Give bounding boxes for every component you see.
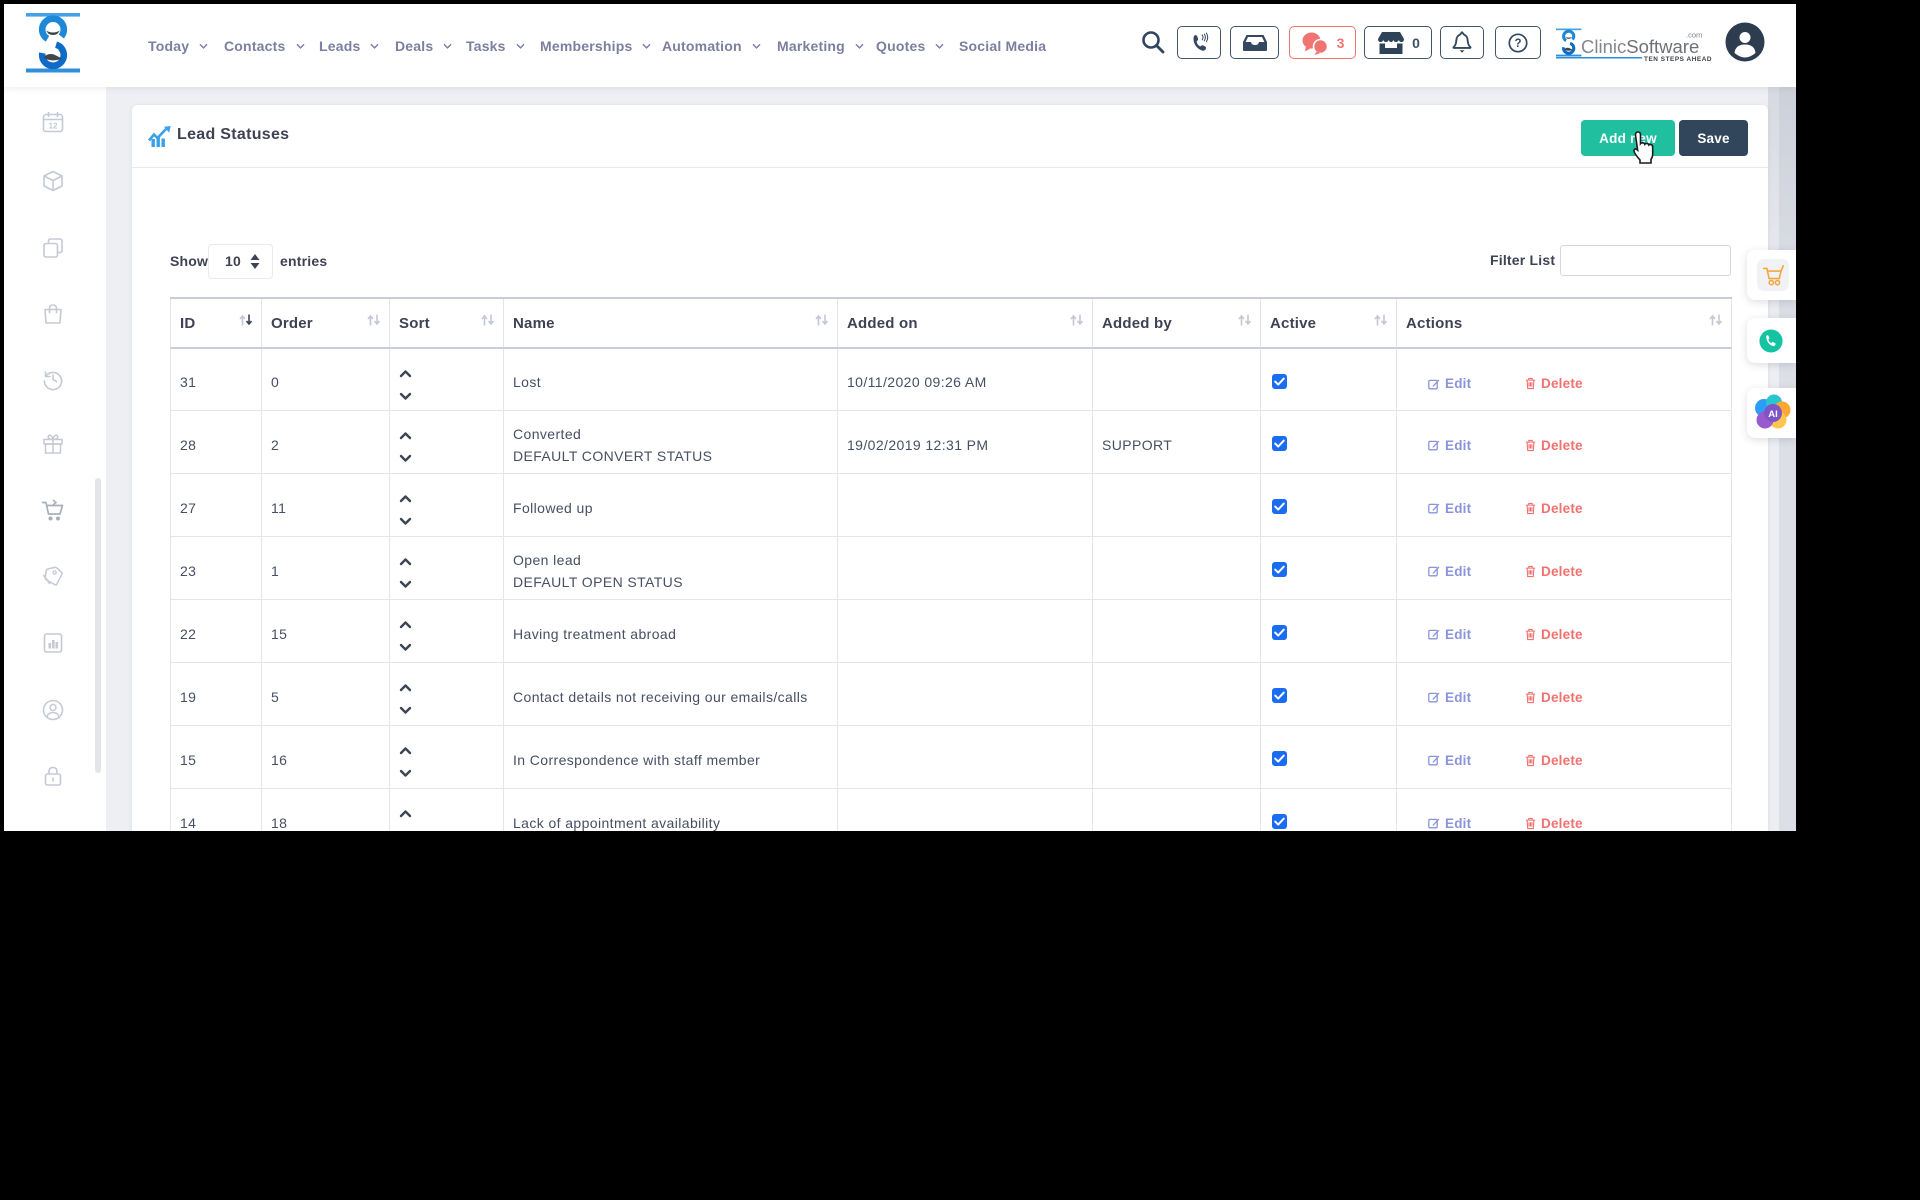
svg-text:ClinicSoftware: ClinicSoftware: [1581, 36, 1699, 57]
svg-text:?: ?: [1514, 38, 1521, 50]
svg-text:TEN STEPS AHEAD: TEN STEPS AHEAD: [1644, 56, 1712, 63]
svg-text:.com: .com: [1686, 31, 1702, 40]
svg-text:AI: AI: [1768, 409, 1778, 420]
svg-text:12: 12: [49, 122, 58, 131]
